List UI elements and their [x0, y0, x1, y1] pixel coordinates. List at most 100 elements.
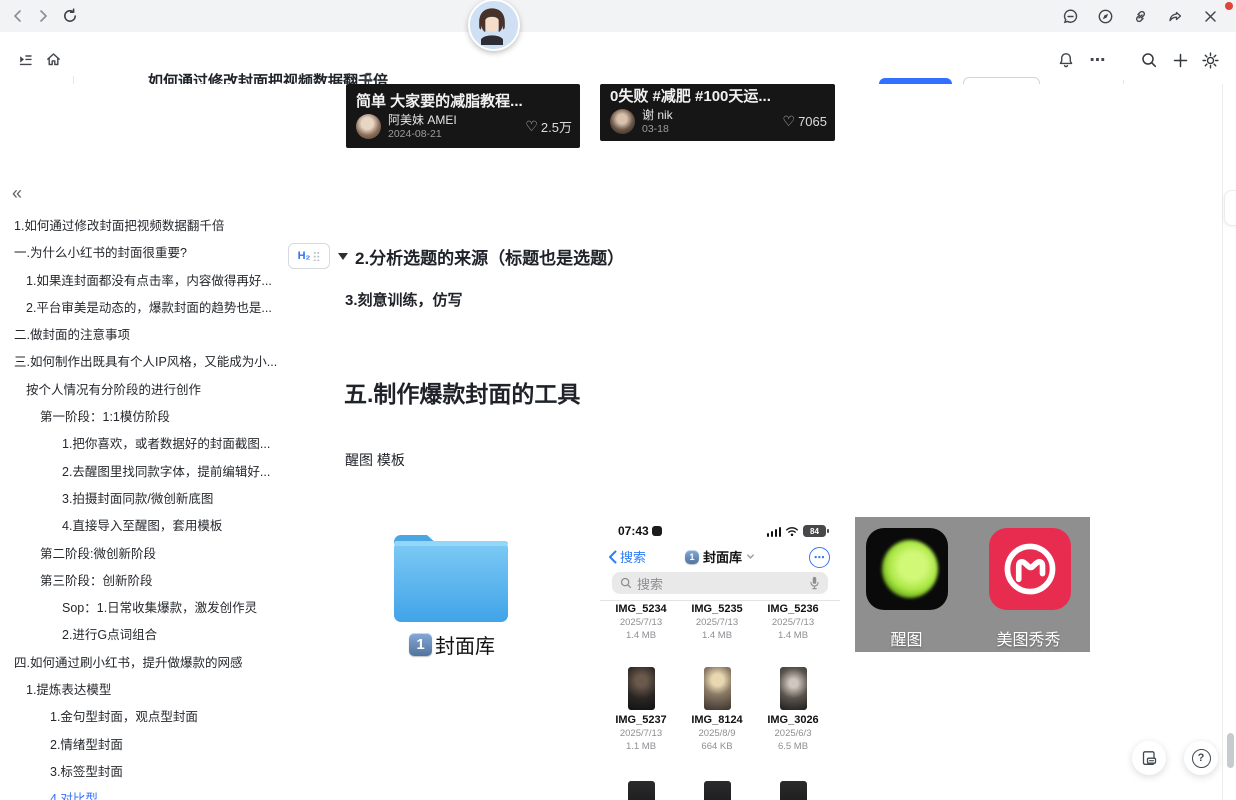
document-content: 简单 大家要的减脂教程... 阿美妹 AMEI 2024-08-21 ♡ 2.5…: [286, 84, 1222, 800]
notification-dot: [1225, 2, 1233, 10]
outline-sidebar: « 1.如何通过修改封面把视频数据翻千倍 一.为什么小红书的封面很重要? 1.如…: [0, 84, 286, 800]
collapse-triangle-icon[interactable]: [338, 253, 348, 260]
outline-item[interactable]: 1.把你喜欢，或者数据好的封面截图...: [0, 431, 286, 458]
home-icon[interactable]: [40, 46, 66, 72]
file-name: IMG_8124: [685, 714, 749, 726]
status-icons: 84: [767, 525, 827, 537]
outline-item[interactable]: 三.如何制作出既具有个人IP风格，又能成为小...: [0, 349, 286, 376]
heading-selection: 2.分析选题的来源（标题也是选题）: [355, 244, 624, 269]
panel-edge: [1222, 84, 1223, 800]
file-name: IMG_5235: [685, 603, 749, 615]
h2-label: H₂: [298, 250, 311, 262]
sidebar-collapse-button[interactable]: «: [12, 184, 22, 202]
file-cell: IMG_5235 2025/7/13 1.4 MB: [685, 603, 749, 641]
outline-item[interactable]: 4.直接导入至醒图，套用模板: [0, 513, 286, 540]
outline-item[interactable]: 3.拍摄封面同款/微创新底图: [0, 486, 286, 513]
heading-row: H₂ 2.分析选题的来源（标题也是选题）: [288, 243, 624, 269]
compass-icon[interactable]: [1093, 4, 1117, 28]
outline-item[interactable]: 1.如果连封面都没有点击率，内容做得再好...: [0, 268, 286, 295]
file-name: IMG_3026: [761, 714, 825, 726]
xingtu-app-icon: [866, 528, 948, 610]
file-cell: IMG_5234 2025/7/13 1.4 MB: [609, 603, 673, 641]
outline-item[interactable]: 一.为什么小红书的封面很重要?: [0, 240, 286, 267]
help-button[interactable]: ?: [1184, 741, 1218, 775]
outline-item[interactable]: 2.去醒图里找同款字体，提前编辑好...: [0, 459, 286, 486]
outline-item[interactable]: 四.如何通过刷小红书，提升做爆款的网感: [0, 650, 286, 677]
outline-item[interactable]: 按个人情况有分阶段的进行创作: [0, 377, 286, 404]
outline-list: 1.如何通过修改封面把视频数据翻千倍 一.为什么小红书的封面很重要? 1.如果连…: [0, 213, 286, 800]
user-avatar[interactable]: [468, 0, 520, 51]
file-size: 1.4 MB: [685, 630, 749, 641]
file-size: 1.1 MB: [609, 741, 673, 752]
settings-gear-icon[interactable]: [1197, 47, 1223, 73]
search-icon: [620, 577, 632, 589]
likes-count: 2.5万: [541, 117, 572, 136]
outline-item[interactable]: 3.标签型封面: [0, 759, 286, 786]
scrollbar-thumb[interactable]: [1227, 733, 1234, 768]
close-icon[interactable]: [1198, 4, 1222, 28]
more-icon[interactable]: ⋯: [1085, 47, 1111, 73]
file-cell: [609, 781, 673, 800]
outline-item[interactable]: 第二阶段:微创新阶段: [0, 541, 286, 568]
mic-icon: [809, 576, 820, 590]
outline-item-active[interactable]: 4.对比型: [0, 786, 286, 800]
link-icon[interactable]: [1128, 4, 1152, 28]
file-name: IMG_5234: [609, 603, 673, 615]
question-icon: ?: [1192, 749, 1211, 768]
outline-item[interactable]: 1.如何通过修改封面把视频数据翻千倍: [0, 213, 286, 240]
app-icons-image[interactable]: 醒图 美图秀秀: [855, 517, 1090, 652]
outline-toggle-icon[interactable]: [12, 46, 38, 72]
share-icon[interactable]: [1163, 4, 1187, 28]
more-label: ⋯: [1090, 50, 1107, 70]
file-cell: IMG_5237 2025/7/13 1.1 MB: [609, 667, 673, 752]
phone-more-icon: ⋯: [809, 547, 830, 568]
phone-separator: [600, 600, 840, 601]
outline-item[interactable]: 2.平台审美是动态的，爆款封面的趋势也是...: [0, 295, 286, 322]
outline-item[interactable]: 1.金句型封面，观点型封面: [0, 704, 286, 731]
outline-item[interactable]: 1.提炼表达模型: [0, 677, 286, 704]
outline-item[interactable]: 第三阶段：创新阶段: [0, 568, 286, 595]
forward-icon[interactable]: [31, 4, 55, 28]
bell-icon[interactable]: [1053, 47, 1079, 73]
panel-handle[interactable]: [1224, 190, 1236, 226]
folder-image[interactable]: 1 封面库: [386, 526, 518, 659]
add-icon[interactable]: [1167, 47, 1193, 73]
feedback-button[interactable]: [1132, 741, 1166, 775]
outline-item[interactable]: 第一阶段：1:1模仿阶段: [0, 404, 286, 431]
file-size: 664 KB: [685, 741, 749, 752]
green-orb: [882, 540, 938, 598]
author-block: 谢 nik 03-18: [642, 109, 673, 135]
note-card[interactable]: 简单 大家要的减脂教程... 阿美妹 AMEI 2024-08-21 ♡ 2.5…: [346, 84, 580, 148]
status-icon: [652, 526, 662, 536]
heading-tools: 五.制作爆款封面的工具: [344, 375, 580, 409]
refresh-icon[interactable]: [58, 4, 82, 28]
note-card-meta: 阿美妹 AMEI 2024-08-21 ♡ 2.5万: [356, 114, 572, 140]
outline-item[interactable]: 二.做封面的注意事项: [0, 322, 286, 349]
file-cell: [685, 781, 749, 800]
search-icon[interactable]: [1136, 47, 1162, 73]
outline-item[interactable]: Sop：1.日常收集爆款，激发创作灵: [0, 595, 286, 622]
file-thumbnail: [780, 667, 807, 710]
status-time: 07:43: [618, 524, 662, 538]
paragraph-text: 醒图 模板: [345, 450, 405, 470]
comment-icon[interactable]: [1058, 4, 1082, 28]
file-date: 2025/8/9: [685, 728, 749, 739]
outline-item[interactable]: 2.进行G点词组合: [0, 622, 286, 649]
heart-icon: ♡: [525, 118, 538, 135]
drag-handle-icon[interactable]: [313, 251, 320, 261]
file-cell: IMG_8124 2025/8/9 664 KB: [685, 667, 749, 752]
heading-practice: 3.刻意训练，仿写: [345, 289, 463, 310]
outline-item[interactable]: 2.情绪型封面: [0, 732, 286, 759]
document-header: 如何通过修改封面把视频数据翻千倍 2 我的课程 | 2026 | 已经保存到云端…: [0, 32, 1236, 84]
note-card-title: 0失败 #减肥 #100天运...: [610, 85, 771, 106]
author-avatar: [356, 114, 381, 139]
author-avatar: [610, 109, 635, 134]
heading-level-badge[interactable]: H₂: [288, 243, 330, 269]
author-name: 阿美妹 AMEI: [388, 114, 457, 128]
back-icon[interactable]: [6, 4, 30, 28]
folder-caption: 1 封面库: [386, 630, 518, 659]
author-name: 谢 nik: [642, 109, 673, 123]
note-card[interactable]: 0失败 #减肥 #100天运... 谢 nik 03-18 ♡ 7065: [600, 84, 835, 141]
file-thumbnail: [704, 781, 731, 800]
phone-screenshot-image[interactable]: 07:43 84 搜索 1 封面库: [600, 517, 840, 800]
